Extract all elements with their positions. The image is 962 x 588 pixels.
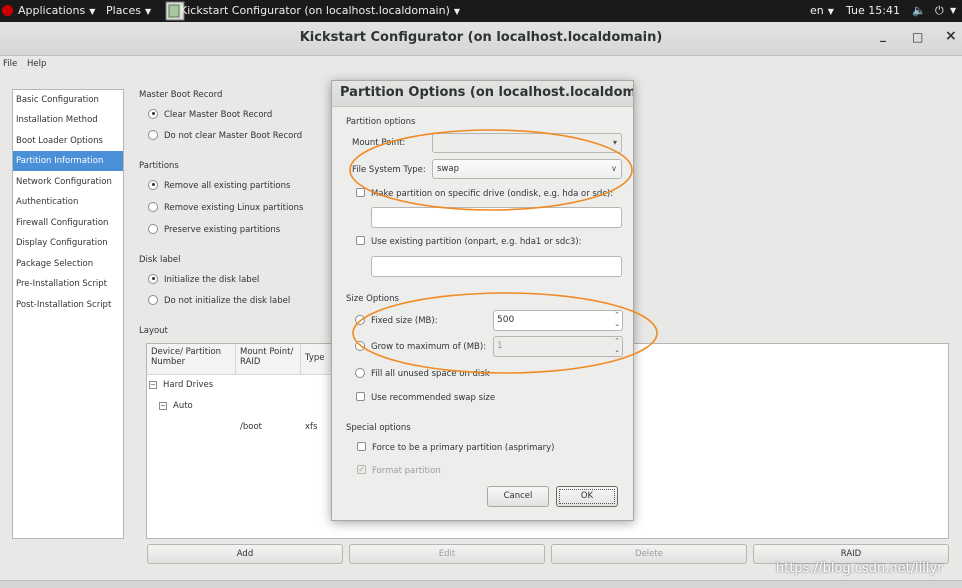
- no-init-disk-label-radio[interactable]: Do not initialize the disk label: [148, 294, 290, 308]
- fixed-size-spinner[interactable]: 500 ⌃ ⌄: [493, 310, 623, 331]
- format-partition-checkbox[interactable]: ✓ Format partition: [357, 465, 441, 476]
- language-indicator[interactable]: en ▼: [810, 4, 834, 17]
- checkbox-indicator: [357, 442, 366, 451]
- window-menu[interactable]: Kickstart Configurator (on localhost.loc…: [180, 4, 460, 17]
- places-menu[interactable]: Places ▼: [106, 4, 151, 17]
- nav-item-boot-loader-options[interactable]: Boot Loader Options: [13, 131, 123, 151]
- radio-indicator: [355, 314, 365, 325]
- grow-to-max-radio[interactable]: Grow to maximum of (MB):: [355, 340, 486, 354]
- row-mount-point[interactable]: /boot: [240, 422, 262, 432]
- radio-indicator: [148, 273, 158, 284]
- size-options-heading: Size Options: [346, 294, 399, 304]
- remove-all-partitions-radio[interactable]: Remove all existing partitions: [148, 179, 290, 193]
- recommended-swap-checkbox[interactable]: Use recommended swap size: [356, 392, 495, 403]
- volume-icon[interactable]: 🔈: [912, 4, 926, 17]
- column-header-device[interactable]: Device/ Partition Number: [147, 344, 236, 375]
- partition-options-heading: Partition options: [346, 117, 416, 127]
- fs-type-label: File System Type:: [352, 165, 426, 175]
- remove-linux-partitions-radio[interactable]: Remove existing Linux partitions: [148, 201, 303, 215]
- collapse-icon[interactable]: −: [159, 401, 167, 410]
- partition-options-dialog: Partition Options (on localhost.localdom…: [331, 80, 634, 521]
- chevron-down-icon: ▾: [612, 138, 617, 147]
- onpart-input[interactable]: [371, 256, 622, 277]
- chevron-down-icon: ∨: [611, 164, 617, 173]
- cancel-button[interactable]: Cancel: [487, 486, 549, 507]
- fixed-size-radio[interactable]: Fixed size (MB):: [355, 314, 438, 328]
- tree-row-hard-drives[interactable]: − Hard Drives: [149, 380, 213, 390]
- spin-arrows-icon[interactable]: ⌃ ⌄: [614, 337, 620, 355]
- partitions-section-title: Partitions: [139, 161, 179, 171]
- spin-arrows-icon[interactable]: ⌃ ⌄: [614, 311, 620, 329]
- layout-section-title: Layout: [139, 326, 168, 336]
- init-disk-label-radio[interactable]: Initialize the disk label: [148, 273, 259, 287]
- checkmark-icon: ✓: [357, 465, 366, 474]
- radio-indicator: [355, 367, 365, 378]
- tree-row-auto[interactable]: − Auto: [159, 401, 193, 411]
- clock[interactable]: Tue 15:41: [846, 4, 900, 17]
- fs-type-combo[interactable]: swap ∨: [432, 159, 622, 179]
- applications-menu[interactable]: Applications ▼: [18, 4, 95, 17]
- radio-indicator: [148, 294, 158, 305]
- edit-button[interactable]: Edit: [349, 544, 545, 564]
- ondisk-input[interactable]: [371, 207, 622, 228]
- window-titlebar: Kickstart Configurator (on localhost.loc…: [0, 22, 962, 56]
- disk-label-section-title: Disk label: [139, 255, 181, 265]
- mbr-section-title: Master Boot Record: [139, 90, 223, 100]
- nav-item-post-installation-script[interactable]: Post-Installation Script: [13, 295, 123, 315]
- nav-item-authentication[interactable]: Authentication: [13, 192, 123, 212]
- nav-item-firewall-configuration[interactable]: Firewall Configuration: [13, 213, 123, 233]
- dialog-title: Partition Options (on localhost.localdom…: [332, 81, 633, 107]
- fedora-logo-icon: [2, 5, 13, 16]
- nav-item-installation-method[interactable]: Installation Method: [13, 110, 123, 130]
- collapse-icon[interactable]: −: [149, 380, 157, 389]
- window-title: Kickstart Configurator (on localhost.loc…: [299, 30, 663, 45]
- nav-item-pre-installation-script[interactable]: Pre-Installation Script: [13, 274, 123, 294]
- checkbox-indicator: [356, 188, 365, 197]
- ondisk-checkbox[interactable]: Make partition on specific drive (ondisk…: [356, 188, 613, 199]
- onpart-checkbox[interactable]: Use existing partition (onpart, e.g. hda…: [356, 236, 582, 247]
- asprimary-checkbox[interactable]: Force to be a primary partition (asprima…: [357, 442, 554, 453]
- preserve-partitions-radio[interactable]: Preserve existing partitions: [148, 223, 280, 237]
- checkbox-indicator: [356, 236, 365, 245]
- nav-item-display-configuration[interactable]: Display Configuration: [13, 233, 123, 253]
- minimize-button[interactable]: _: [880, 28, 886, 42]
- nav-item-network-configuration[interactable]: Network Configuration: [13, 172, 123, 192]
- mount-point-combo[interactable]: ▾: [432, 133, 622, 153]
- top-bar: Applications ▼ Places ▼ Kickstart Configur…: [0, 0, 962, 22]
- clear-mbr-radio[interactable]: Clear Master Boot Record: [148, 108, 272, 122]
- fill-disk-radio[interactable]: Fill all unused space on disk: [355, 367, 490, 381]
- menu-help[interactable]: Help: [27, 59, 46, 69]
- nav-item-partition-information[interactable]: Partition Information: [13, 151, 123, 171]
- grow-max-spinner[interactable]: 1 ⌃ ⌄: [493, 336, 623, 357]
- add-button[interactable]: Add: [147, 544, 343, 564]
- radio-indicator: [355, 340, 365, 351]
- system-menu-arrow-icon[interactable]: ▼: [950, 6, 956, 15]
- close-button[interactable]: ×: [945, 28, 957, 44]
- delete-button[interactable]: Delete: [551, 544, 747, 564]
- mount-point-label: Mount Point:: [352, 138, 406, 148]
- maximize-button[interactable]: □: [912, 30, 923, 44]
- bottom-panel: [0, 580, 962, 588]
- radio-indicator: [148, 223, 158, 234]
- section-list: Basic Configuration Installation Method …: [12, 89, 124, 539]
- checkbox-indicator: [356, 392, 365, 401]
- radio-indicator: [148, 179, 158, 190]
- nav-item-package-selection[interactable]: Package Selection: [13, 254, 123, 274]
- nav-item-basic-configuration[interactable]: Basic Configuration: [13, 90, 123, 110]
- radio-indicator: [148, 129, 158, 140]
- watermark: https://blog.csdn.net/lillyr: [776, 561, 943, 576]
- column-header-mount-point[interactable]: Mount Point/ RAID: [236, 344, 301, 375]
- menu-file[interactable]: File: [3, 59, 17, 69]
- ok-button[interactable]: OK: [556, 486, 618, 507]
- power-icon[interactable]: ⏻: [935, 4, 944, 18]
- radio-indicator: [148, 201, 158, 212]
- special-options-heading: Special options: [346, 423, 411, 433]
- menubar: File Help: [0, 56, 962, 72]
- row-type[interactable]: xfs: [305, 422, 317, 432]
- no-clear-mbr-radio[interactable]: Do not clear Master Boot Record: [148, 129, 302, 143]
- radio-indicator: [148, 108, 158, 119]
